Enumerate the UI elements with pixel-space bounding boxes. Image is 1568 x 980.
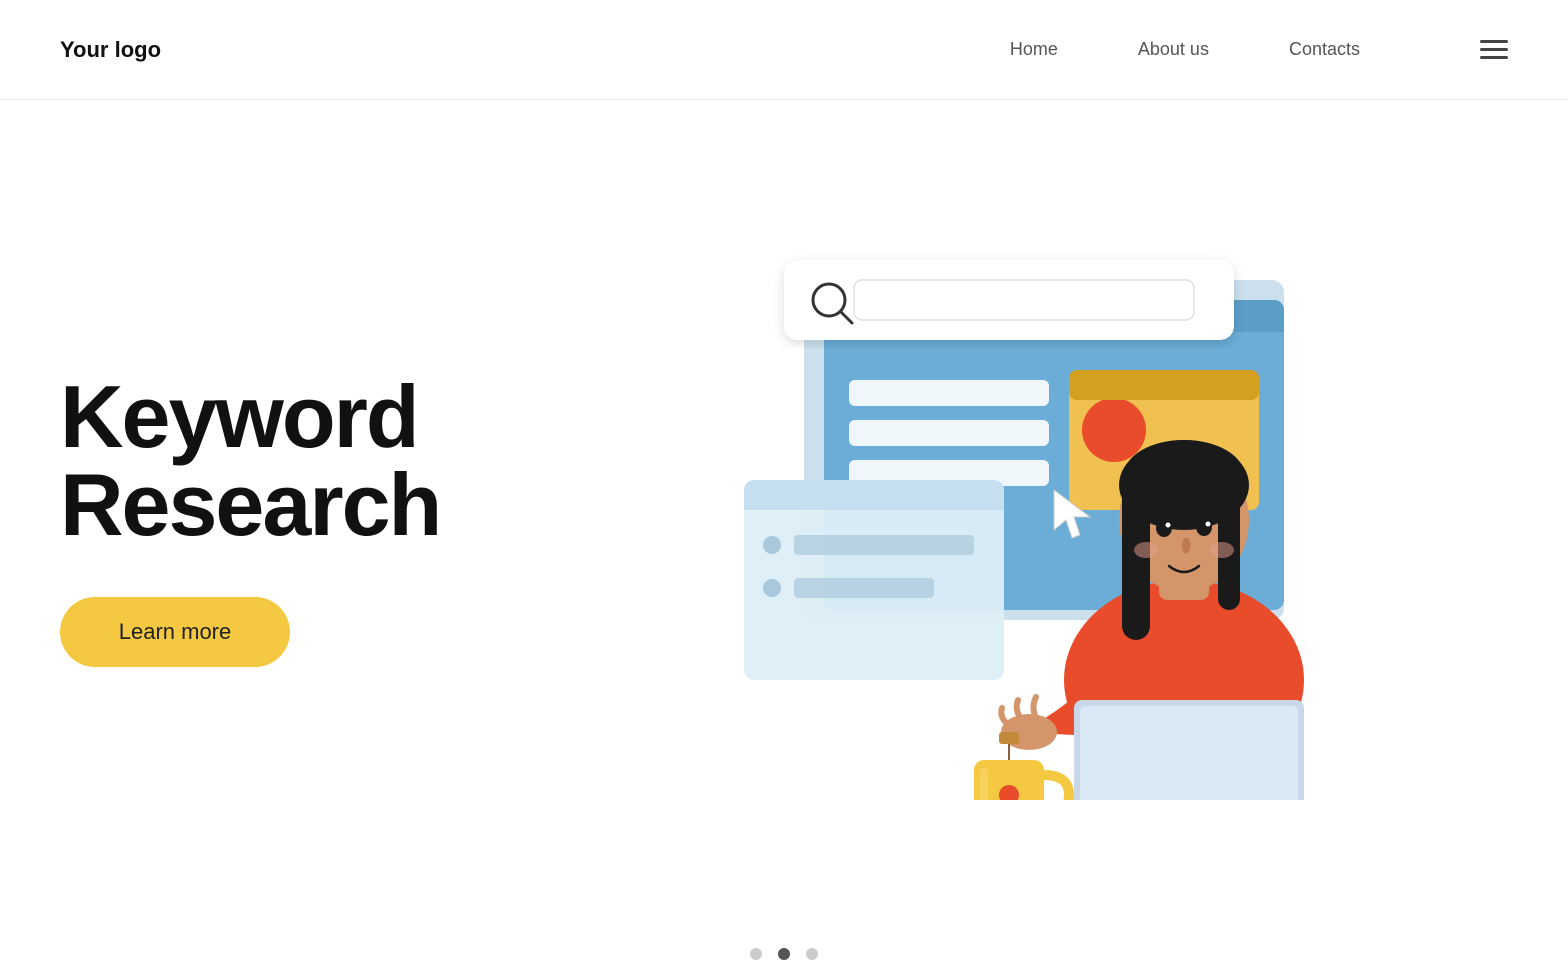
dot-2[interactable] <box>778 948 790 960</box>
nav-home[interactable]: Home <box>1010 39 1058 60</box>
main-content: Keyword Research Learn more <box>0 100 1568 920</box>
left-panel: Keyword Research Learn more <box>60 353 540 667</box>
illustration-panel <box>540 100 1508 920</box>
carousel-dots <box>750 948 818 960</box>
nav-about[interactable]: About us <box>1138 39 1209 60</box>
illustration <box>684 220 1364 800</box>
dot-3[interactable] <box>806 948 818 960</box>
nav-contacts[interactable]: Contacts <box>1289 39 1360 60</box>
learn-more-button[interactable]: Learn more <box>60 597 290 667</box>
nav: Home About us Contacts <box>1010 39 1508 60</box>
logo: Your logo <box>60 37 161 63</box>
page-title: Keyword Research <box>60 373 540 549</box>
hamburger-menu[interactable] <box>1480 40 1508 59</box>
dot-1[interactable] <box>750 948 762 960</box>
header: Your logo Home About us Contacts <box>0 0 1568 100</box>
